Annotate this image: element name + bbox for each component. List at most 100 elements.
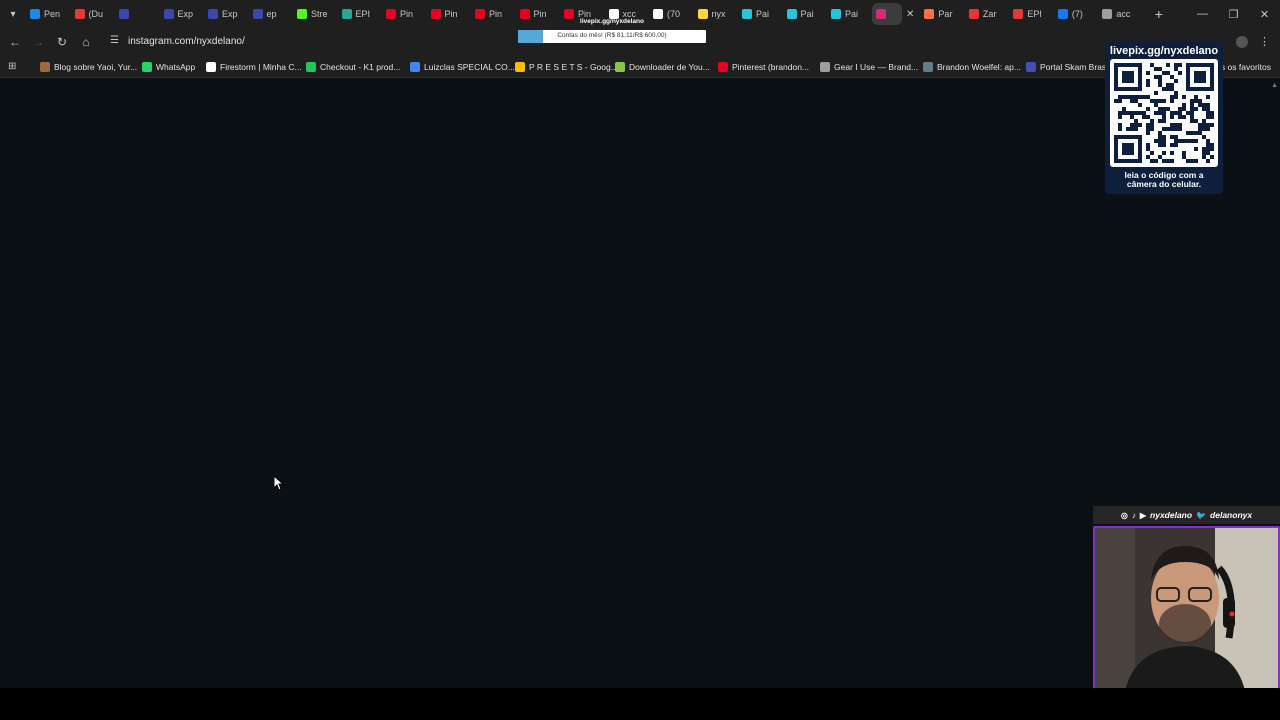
tab-favicon-icon: [875, 9, 886, 19]
webcam-frame: [1093, 526, 1280, 696]
browser-tab[interactable]: (7): [1054, 3, 1092, 25]
bookmark-label: P R E S E T S - Goog...: [529, 62, 618, 72]
youtube-icon: ▶: [1139, 510, 1147, 520]
browser-tab[interactable]: Pin: [471, 3, 509, 25]
browser-tab[interactable]: Exp: [204, 3, 242, 25]
tab-favicon-icon: [252, 9, 263, 19]
bookmark-item[interactable]: Checkout - K1 prod...: [306, 60, 400, 74]
tab-label: (Du: [88, 9, 104, 19]
bookmark-label: Portal Skam Brasil: [1040, 62, 1110, 72]
browser-tab[interactable]: Pai: [827, 3, 865, 25]
social-handles-bar: ◎ ♪ ▶ nyxdelano 🐦 delanonyx: [1093, 506, 1280, 524]
browser-tab[interactable]: EPI: [1009, 3, 1047, 25]
qr-caption-line2: câmera do celular.: [1126, 179, 1202, 189]
home-button[interactable]: ⌂: [78, 34, 94, 50]
bookmark-item[interactable]: Gear I Use — Brand...: [820, 60, 918, 74]
browser-tab[interactable]: ep: [249, 3, 287, 25]
bookmark-item[interactable]: Blog sobre Yaoi, Yur...: [40, 60, 137, 74]
tab-label: Pin: [400, 9, 414, 19]
tab-label: (7): [1071, 9, 1083, 19]
tab-label: Exp: [222, 9, 238, 19]
bookmark-label: Downloader de You...: [629, 62, 710, 72]
tab-favicon-icon: [968, 9, 979, 19]
apps-grid-icon[interactable]: ⊞: [8, 61, 16, 72]
bookmark-item[interactable]: Firestorm | Minha C...: [206, 60, 302, 74]
tab-favicon-icon: [208, 9, 218, 19]
tab-favicon-icon: [341, 9, 352, 19]
qr-code-image: [1110, 59, 1218, 167]
browser-tab[interactable]: [115, 3, 153, 25]
goal-title: livepix.gg/nyxdelano: [580, 18, 644, 25]
browser-menu-button[interactable]: ⋮: [1259, 35, 1270, 48]
tab-favicon-icon: [742, 9, 752, 19]
tab-favicon-icon: [1013, 9, 1024, 19]
browser-tab[interactable]: Stre: [293, 3, 331, 25]
tab-label: Stre: [311, 9, 328, 19]
all-bookmarks-link[interactable]: s os favoritos: [1221, 62, 1271, 72]
tab-label: Pin: [489, 9, 503, 19]
tab-label: Pai: [845, 9, 859, 19]
streamer-figure: [1095, 528, 1278, 691]
profile-avatar[interactable]: [1236, 36, 1248, 48]
tab-label: EPI: [1027, 9, 1042, 19]
reload-button[interactable]: ↻: [54, 34, 70, 50]
bookmark-item[interactable]: Brandon Woelfel: ap...: [923, 60, 1021, 74]
bookmark-label: Checkout - K1 prod...: [320, 62, 401, 72]
browser-tab[interactable]: Zar: [965, 3, 1003, 25]
bookmark-item[interactable]: Luizclas SPECIAL CO...: [410, 60, 515, 74]
bookmark-item[interactable]: Pinterest (brandon...: [718, 60, 809, 74]
tab-favicon-icon: [74, 9, 85, 19]
back-button[interactable]: ←: [7, 34, 23, 50]
tab-favicon-icon: [924, 9, 935, 19]
tab-favicon-icon: [1057, 9, 1068, 19]
site-info-icon[interactable]: ☰: [110, 35, 119, 46]
tiktok-icon: ♪: [1131, 510, 1136, 520]
browser-tab[interactable]: Pai: [783, 3, 821, 25]
bookmark-item[interactable]: P R E S E T S - Goog...: [515, 60, 618, 74]
close-window-button[interactable]: ✕: [1249, 0, 1280, 28]
bookmark-item[interactable]: WhatsApp: [142, 60, 195, 74]
forward-button[interactable]: →: [30, 34, 46, 50]
browser-tab[interactable]: Pin: [427, 3, 465, 25]
scroll-up-icon[interactable]: ▲: [1271, 82, 1278, 89]
browser-tab[interactable]: Pen: [26, 3, 64, 25]
tab-search-button[interactable]: ▾: [0, 0, 26, 28]
browser-tab[interactable]: Pai: [738, 3, 776, 25]
browser-tab[interactable]: acc: [1098, 3, 1136, 25]
browser-tab[interactable]: Exp: [160, 3, 198, 25]
bookmark-favicon-icon: [515, 62, 525, 72]
tab-favicon-icon: [430, 9, 441, 19]
bookmark-favicon-icon: [718, 62, 728, 72]
bookmark-label: Gear I Use — Brand...: [834, 62, 919, 72]
browser-tab[interactable]: (Du: [71, 3, 109, 25]
tab-favicon-icon: [163, 9, 174, 19]
tab-close-icon[interactable]: ✕: [906, 9, 914, 20]
minimize-button[interactable]: —: [1187, 0, 1218, 28]
tab-label: Zar: [982, 9, 997, 19]
tab-favicon-icon: [786, 9, 797, 19]
bookmark-favicon-icon: [206, 62, 216, 72]
bookmark-label: Firestorm | Minha C...: [220, 62, 302, 72]
tab-favicon-icon: [831, 9, 841, 19]
browser-tab[interactable]: Par: [920, 3, 958, 25]
mouse-cursor: [273, 474, 285, 496]
tab-label: nyx: [711, 9, 726, 19]
bookmark-item[interactable]: Downloader de You...: [615, 60, 710, 74]
tab-label: Pin: [444, 9, 458, 19]
tab-label: Pai: [756, 9, 770, 19]
qr-title: livepix.gg/nyxdelano: [1109, 45, 1219, 57]
bookmark-item[interactable]: Portal Skam Brasil: [1026, 60, 1110, 74]
bookmark-favicon-icon: [615, 62, 625, 72]
address-url[interactable]: instagram.com/nyxdelano/: [128, 36, 245, 47]
browser-tab[interactable]: [871, 3, 902, 25]
bookmark-label: Luizclas SPECIAL CO...: [424, 62, 515, 72]
browser-tab[interactable]: Pin: [382, 3, 420, 25]
browser-tab[interactable]: EPI: [338, 3, 376, 25]
qr-caption: leia o código com a câmera do celular.: [1105, 171, 1223, 189]
restore-button[interactable]: ❐: [1218, 0, 1249, 28]
new-tab-button[interactable]: +: [1149, 6, 1169, 22]
instagram-icon: ◎: [1120, 510, 1128, 520]
bookmark-favicon-icon: [142, 62, 152, 72]
tab-favicon-icon: [386, 9, 396, 19]
tab-label: Pai: [800, 9, 814, 19]
